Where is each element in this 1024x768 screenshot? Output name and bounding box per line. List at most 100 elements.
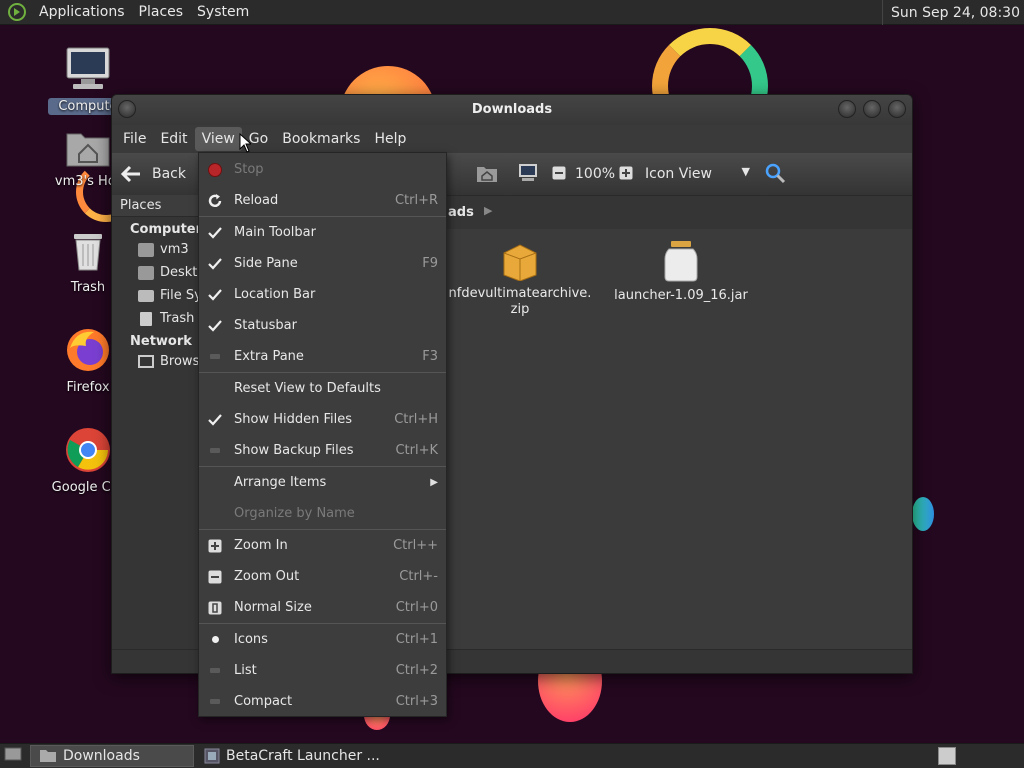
clock[interactable]: Sun Sep 24, 08:30 (882, 0, 1024, 25)
breadcrumb-current[interactable]: ads (448, 205, 474, 220)
zoom-level: 100% (575, 166, 616, 182)
system-menu[interactable]: System (190, 4, 256, 20)
sidebar-item-trash[interactable]: Trash (112, 306, 203, 329)
submenu-arrow-icon: ▶ (430, 477, 438, 488)
menu-item-show-hidden-files[interactable]: Show Hidden Files Ctrl+H (199, 404, 446, 435)
menu-item-show-backup-files[interactable]: Show Backup Files Ctrl+K (199, 435, 446, 466)
wallpaper-teal-blob (912, 497, 934, 531)
menu-item-statusbar[interactable]: Statusbar (199, 310, 446, 341)
menu-item-organize-by-name: Organize by Name (199, 498, 446, 529)
breadcrumb-arrow-icon[interactable]: ▶ (484, 204, 492, 217)
menu-item-arrange-items[interactable]: Arrange Items ▶ (199, 467, 446, 498)
window-title: Downloads (471, 102, 553, 117)
menu-item-label: Main Toolbar (234, 225, 316, 240)
window-menu-button[interactable] (118, 100, 136, 118)
places-menu[interactable]: Places (132, 4, 191, 20)
sidebar-item-label: Brows (160, 354, 200, 369)
file-name-line1: launcher-1.09_16.jar (614, 288, 748, 303)
menu-item-label: Statusbar (234, 318, 297, 333)
computer-icon (66, 47, 110, 89)
menu-item-zoom-in[interactable]: Zoom In Ctrl++ (199, 530, 446, 561)
unchecked-icon (207, 655, 223, 686)
menu-item-label: List (234, 663, 257, 678)
menu-item-main-toolbar[interactable]: Main Toolbar (199, 217, 446, 248)
menu-edit[interactable]: Edit (153, 127, 194, 151)
bottom-panel: Downloads BetaCraft Launcher ... (0, 743, 1024, 768)
menu-item-location-bar[interactable]: Location Bar (199, 279, 446, 310)
menu-item-label: Zoom Out (234, 569, 300, 584)
menu-item-normal-size[interactable]: Normal Size Ctrl+0 (199, 592, 446, 623)
taskbar-item-label: Downloads (63, 748, 140, 764)
file-item[interactable]: nfdevultimatearchive. zip (445, 241, 595, 318)
firefox-icon (67, 329, 109, 371)
menu-bookmarks[interactable]: Bookmarks (275, 127, 367, 151)
side-pane-header[interactable]: Places (112, 195, 203, 217)
menubar: File Edit View Go Bookmarks Help (112, 125, 912, 153)
menu-item-label: Side Pane (234, 256, 298, 271)
menu-item-reset-view-to-defaults[interactable]: Reset View to Defaults (199, 373, 446, 404)
menu-item-label: Reload (234, 193, 279, 208)
applications-menu[interactable]: Applications (32, 4, 132, 20)
taskbar-item-downloads[interactable]: Downloads (30, 745, 194, 767)
menu-item-compact[interactable]: Compact Ctrl+3 (199, 686, 446, 717)
window-titlebar[interactable]: Downloads (112, 95, 912, 125)
home-button[interactable] (476, 163, 498, 187)
menu-item-zoom-out[interactable]: Zoom Out Ctrl+- (199, 561, 446, 592)
sidebar-item-label: File Sy (160, 288, 202, 303)
side-pane: Places Computer vm3 Deskt File Sy Trash … (112, 195, 204, 673)
menu-item-label: Icons (234, 632, 268, 647)
menu-item-shortcut: Ctrl+1 (395, 632, 438, 647)
menu-item-label: Reset View to Defaults (234, 381, 381, 396)
zoom-out-button[interactable] (552, 166, 566, 184)
chrome-icon (66, 428, 110, 472)
view-mode-select[interactable]: Icon View ▼ (645, 165, 750, 182)
menu-help[interactable]: Help (367, 127, 413, 151)
menu-item-shortcut: Ctrl+R (394, 193, 438, 208)
radio-dot-icon (207, 624, 223, 655)
menu-item-list[interactable]: List Ctrl+2 (199, 655, 446, 686)
close-button[interactable] (888, 100, 906, 118)
menu-item-label: Compact (234, 694, 293, 709)
menu-item-label: Show Hidden Files (234, 412, 352, 427)
menu-item-label: Extra Pane (234, 349, 304, 364)
sidebar-item-label: Deskt (160, 265, 198, 280)
menu-view[interactable]: View (194, 127, 242, 151)
package-icon (503, 244, 537, 282)
chevron-down-icon: ▼ (741, 165, 750, 178)
menu-item-icons[interactable]: Icons Ctrl+1 (199, 624, 446, 655)
back-button[interactable]: Back (120, 165, 186, 183)
check-icon (207, 248, 223, 279)
sidebar-item-browse-network[interactable]: Brows (112, 349, 203, 372)
sidebar-item-label: vm3 (160, 242, 189, 257)
menu-item-label: Show Backup Files (234, 443, 354, 458)
sidebar-item-desktop[interactable]: Deskt (112, 260, 203, 283)
menu-item-label: Location Bar (234, 287, 316, 302)
workspace-switcher[interactable] (938, 747, 956, 765)
minimize-button[interactable] (838, 100, 856, 118)
file-item[interactable]: launcher-1.09_16.jar (606, 239, 756, 304)
sidebar-item-vm3[interactable]: vm3 (112, 237, 203, 260)
menu-item-extra-pane[interactable]: Extra Pane F3 (199, 341, 446, 372)
menu-item-reload[interactable]: Reload Ctrl+R (199, 185, 446, 216)
search-icon (765, 163, 786, 184)
distro-logo-icon[interactable] (6, 1, 28, 23)
taskbar-item-betacraft[interactable]: BetaCraft Launcher ... (196, 745, 388, 767)
show-desktop-button[interactable] (0, 746, 30, 766)
menu-file[interactable]: File (116, 127, 153, 151)
computer-button[interactable] (517, 163, 539, 187)
menu-item-stop: Stop (199, 154, 446, 185)
check-icon (207, 217, 223, 248)
jar-icon (664, 241, 698, 282)
search-button[interactable] (764, 162, 786, 188)
trash-icon (140, 311, 152, 326)
menu-item-side-pane[interactable]: Side Pane F9 (199, 248, 446, 279)
zoom-in-button[interactable] (619, 166, 633, 184)
maximize-button[interactable] (863, 100, 881, 118)
unchecked-icon (207, 686, 223, 717)
menu-item-shortcut: F9 (422, 256, 438, 271)
home-icon (477, 167, 497, 182)
network-icon (138, 355, 154, 368)
desktop-folder-icon (138, 265, 154, 280)
menu-item-label: Normal Size (234, 600, 312, 615)
sidebar-item-filesystem[interactable]: File Sy (112, 283, 203, 306)
